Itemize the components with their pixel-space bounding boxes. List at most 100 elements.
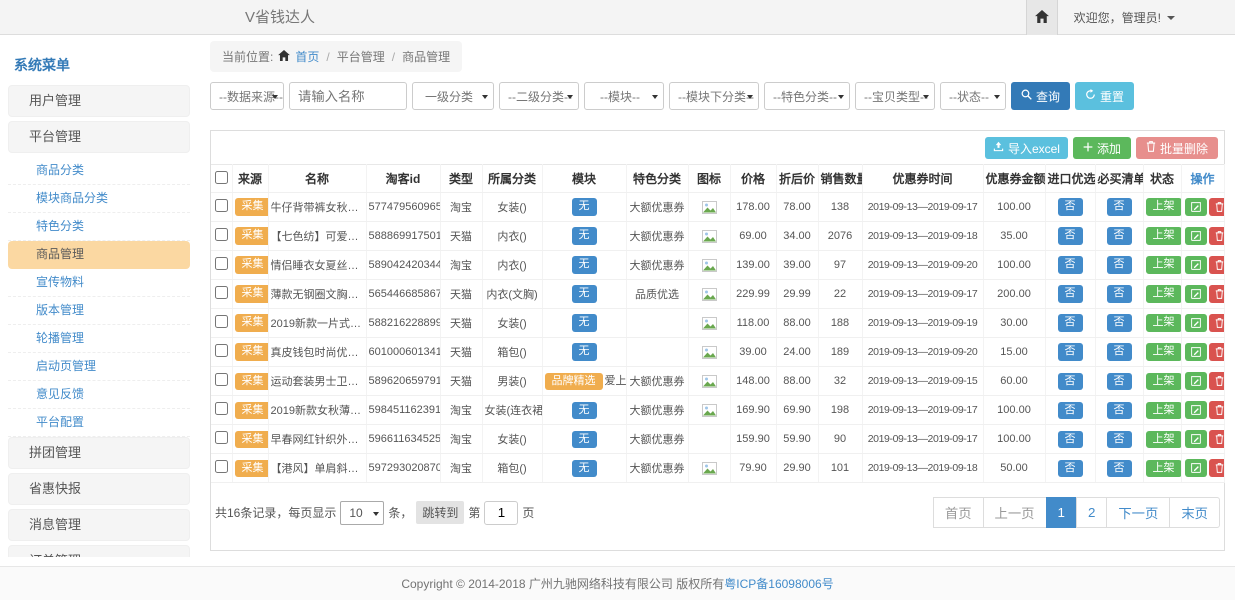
edit-button[interactable]: [1185, 314, 1207, 332]
status-toggle[interactable]: 上架: [1146, 402, 1182, 419]
home-button[interactable]: [1026, 0, 1058, 35]
row-checkbox[interactable]: [215, 257, 228, 270]
must-buy-toggle[interactable]: 否: [1107, 373, 1132, 390]
sidebar-item[interactable]: 启动页管理: [8, 353, 190, 381]
reset-button[interactable]: 重置: [1075, 82, 1134, 110]
edit-button[interactable]: [1185, 343, 1207, 361]
batch-delete-button[interactable]: 批量删除: [1136, 137, 1218, 159]
name-search-input[interactable]: [289, 82, 407, 110]
edit-button[interactable]: [1185, 372, 1207, 390]
must-buy-toggle[interactable]: 否: [1107, 256, 1132, 273]
page-button[interactable]: 末页: [1169, 497, 1220, 528]
status-toggle[interactable]: 上架: [1146, 343, 1182, 360]
category1-select[interactable]: 一级分类: [412, 82, 494, 110]
row-checkbox[interactable]: [215, 460, 228, 473]
icp-link[interactable]: 粤ICP备16098006号: [724, 575, 833, 592]
delete-button[interactable]: [1209, 198, 1225, 216]
must-buy-toggle[interactable]: 否: [1107, 431, 1132, 448]
per-page-select[interactable]: 10: [340, 501, 384, 525]
page-button[interactable]: 1: [1046, 497, 1077, 528]
sidebar-item[interactable]: 平台管理: [8, 121, 190, 153]
sidebar-item[interactable]: 意见反馈: [8, 381, 190, 409]
edit-button[interactable]: [1185, 227, 1207, 245]
sidebar-item[interactable]: 模块商品分类: [8, 185, 190, 213]
sidebar-item[interactable]: 用户管理: [8, 85, 190, 117]
page-button[interactable]: 首页: [933, 497, 984, 528]
must-buy-toggle[interactable]: 否: [1107, 227, 1132, 244]
status-toggle[interactable]: 上架: [1146, 285, 1182, 302]
imported-toggle[interactable]: 否: [1058, 256, 1083, 273]
delete-button[interactable]: [1209, 343, 1225, 361]
module-select[interactable]: --模块--: [584, 82, 664, 110]
must-buy-toggle[interactable]: 否: [1107, 285, 1132, 302]
edit-button[interactable]: [1185, 256, 1207, 274]
delete-button[interactable]: [1209, 285, 1225, 303]
sidebar-item[interactable]: 轮播管理: [8, 325, 190, 353]
import-excel-button[interactable]: 导入excel: [985, 137, 1068, 159]
imported-toggle[interactable]: 否: [1058, 285, 1083, 302]
status-toggle[interactable]: 上架: [1146, 256, 1182, 273]
imported-toggle[interactable]: 否: [1058, 314, 1083, 331]
page-button[interactable]: 上一页: [983, 497, 1047, 528]
breadcrumb-home-link[interactable]: 首页: [295, 48, 319, 65]
status-toggle[interactable]: 上架: [1146, 431, 1182, 448]
jump-page-input[interactable]: [484, 501, 518, 525]
sidebar-item[interactable]: 平台配置: [8, 409, 190, 437]
search-button[interactable]: 查询: [1011, 82, 1070, 110]
row-checkbox[interactable]: [215, 344, 228, 357]
delete-button[interactable]: [1209, 227, 1225, 245]
source-select[interactable]: --数据来源--: [210, 82, 284, 110]
delete-button[interactable]: [1209, 459, 1225, 477]
row-checkbox[interactable]: [215, 373, 228, 386]
sidebar-item[interactable]: 商品分类: [8, 157, 190, 185]
add-button[interactable]: 添加: [1073, 137, 1131, 159]
must-buy-toggle[interactable]: 否: [1107, 402, 1132, 419]
row-checkbox[interactable]: [215, 228, 228, 241]
sidebar-item[interactable]: 商品管理: [8, 241, 190, 269]
status-toggle[interactable]: 上架: [1146, 460, 1182, 477]
sidebar-item[interactable]: 版本管理: [8, 297, 190, 325]
imported-toggle[interactable]: 否: [1058, 373, 1083, 390]
edit-button[interactable]: [1185, 198, 1207, 216]
edit-button[interactable]: [1185, 401, 1207, 419]
status-toggle[interactable]: 上架: [1146, 198, 1182, 215]
status-toggle[interactable]: 上架: [1146, 373, 1182, 390]
imported-toggle[interactable]: 否: [1058, 198, 1083, 215]
sidebar-item[interactable]: 消息管理: [8, 509, 190, 541]
page-button[interactable]: 2: [1076, 497, 1107, 528]
module-sub-select[interactable]: --模块下分类--: [669, 82, 759, 110]
item-type-select[interactable]: --宝贝类型--: [855, 82, 935, 110]
row-checkbox[interactable]: [215, 402, 228, 415]
imported-toggle[interactable]: 否: [1058, 431, 1083, 448]
delete-button[interactable]: [1209, 256, 1225, 274]
must-buy-toggle[interactable]: 否: [1107, 343, 1132, 360]
delete-button[interactable]: [1209, 401, 1225, 419]
imported-toggle[interactable]: 否: [1058, 402, 1083, 419]
jump-button[interactable]: 跳转到: [416, 501, 464, 524]
imported-toggle[interactable]: 否: [1058, 227, 1083, 244]
edit-button[interactable]: [1185, 459, 1207, 477]
imported-toggle[interactable]: 否: [1058, 343, 1083, 360]
sidebar-item[interactable]: 宣传物料: [8, 269, 190, 297]
status-toggle[interactable]: 上架: [1146, 227, 1182, 244]
must-buy-toggle[interactable]: 否: [1107, 460, 1132, 477]
row-checkbox[interactable]: [215, 315, 228, 328]
sidebar-item[interactable]: 特色分类: [8, 213, 190, 241]
sidebar-item[interactable]: 拼团管理: [8, 437, 190, 469]
sidebar-item[interactable]: 省惠快报: [8, 473, 190, 505]
sidebar-item[interactable]: 订单管理: [8, 545, 190, 557]
feature-select[interactable]: --特色分类--: [764, 82, 850, 110]
delete-button[interactable]: [1209, 314, 1225, 332]
delete-button[interactable]: [1209, 372, 1225, 390]
must-buy-toggle[interactable]: 否: [1107, 314, 1132, 331]
row-checkbox[interactable]: [215, 431, 228, 444]
row-checkbox[interactable]: [215, 286, 228, 299]
user-menu[interactable]: 欢迎您，管理员!: [1058, 0, 1235, 35]
row-checkbox[interactable]: [215, 199, 228, 212]
imported-toggle[interactable]: 否: [1058, 460, 1083, 477]
edit-button[interactable]: [1185, 285, 1207, 303]
status-toggle[interactable]: 上架: [1146, 314, 1182, 331]
select-all-checkbox[interactable]: [215, 171, 228, 184]
edit-button[interactable]: [1185, 430, 1207, 448]
page-button[interactable]: 下一页: [1106, 497, 1170, 528]
